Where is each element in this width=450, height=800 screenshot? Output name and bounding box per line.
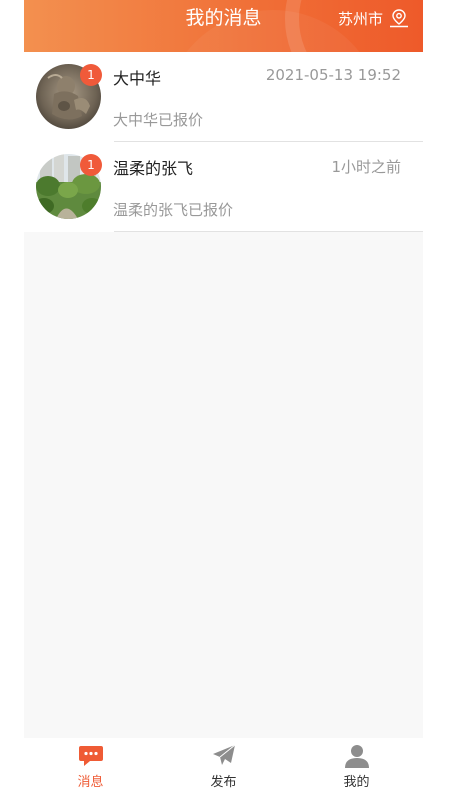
message-item[interactable]: 1 大中华 2021-05-13 19:52 大中华已报价 bbox=[24, 52, 423, 142]
sender-name: 大中华 bbox=[113, 69, 162, 88]
app-screen: 我的 消息 苏州市 1 大中华 2021-05-13 19:52 大中华已报价 1… bbox=[24, 0, 423, 800]
tab-publish[interactable]: 发布 bbox=[157, 738, 290, 800]
tab-label: 发布 bbox=[210, 775, 237, 790]
user-icon bbox=[344, 745, 369, 768]
message-time: 2021-05-13 19:52 bbox=[265, 66, 401, 84]
tab-mine[interactable]: 我的 bbox=[290, 738, 423, 800]
divider bbox=[114, 231, 423, 232]
tab-label: 消息 bbox=[77, 775, 104, 790]
tab-label: 我的 bbox=[343, 775, 370, 790]
message-preview: 温柔的张飞已报价 bbox=[113, 201, 234, 219]
unread-badge: 1 bbox=[80, 154, 102, 176]
message-time: 1小时之前 bbox=[331, 158, 401, 176]
sender-name: 温柔的张飞 bbox=[113, 159, 194, 178]
city-label: 苏州市 bbox=[337, 9, 383, 28]
bottom-tab-bar: 消息 发布 我的 bbox=[24, 738, 423, 800]
header-bar: 我的消息 苏州市 bbox=[24, 0, 423, 52]
paper-plane-icon bbox=[212, 744, 235, 765]
message-item[interactable]: 1 温柔的张飞 1小时之前 温柔的张飞已报价 bbox=[24, 142, 423, 232]
message-preview: 大中华已报价 bbox=[113, 111, 204, 129]
location-pin-icon bbox=[390, 9, 408, 28]
city-selector[interactable]: 苏州市 bbox=[338, 6, 411, 30]
tab-messages[interactable]: 消息 bbox=[24, 738, 157, 800]
message-list: 1 大中华 2021-05-13 19:52 大中华已报价 1 温柔的张飞 1小… bbox=[24, 52, 423, 232]
chat-bubble-icon bbox=[78, 746, 103, 766]
unread-badge: 1 bbox=[80, 64, 102, 86]
